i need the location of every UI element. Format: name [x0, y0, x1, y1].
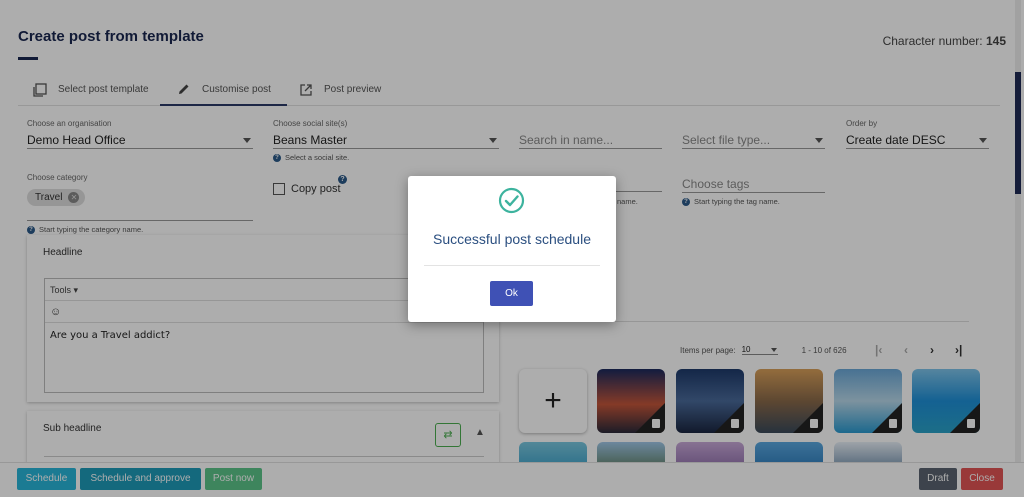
- ok-button[interactable]: Ok: [490, 281, 533, 306]
- dialog-message: Successful post schedule: [433, 231, 591, 247]
- dialog-divider: [424, 265, 600, 266]
- success-dialog: Successful post schedule Ok: [408, 176, 616, 322]
- success-check-icon: [498, 187, 525, 214]
